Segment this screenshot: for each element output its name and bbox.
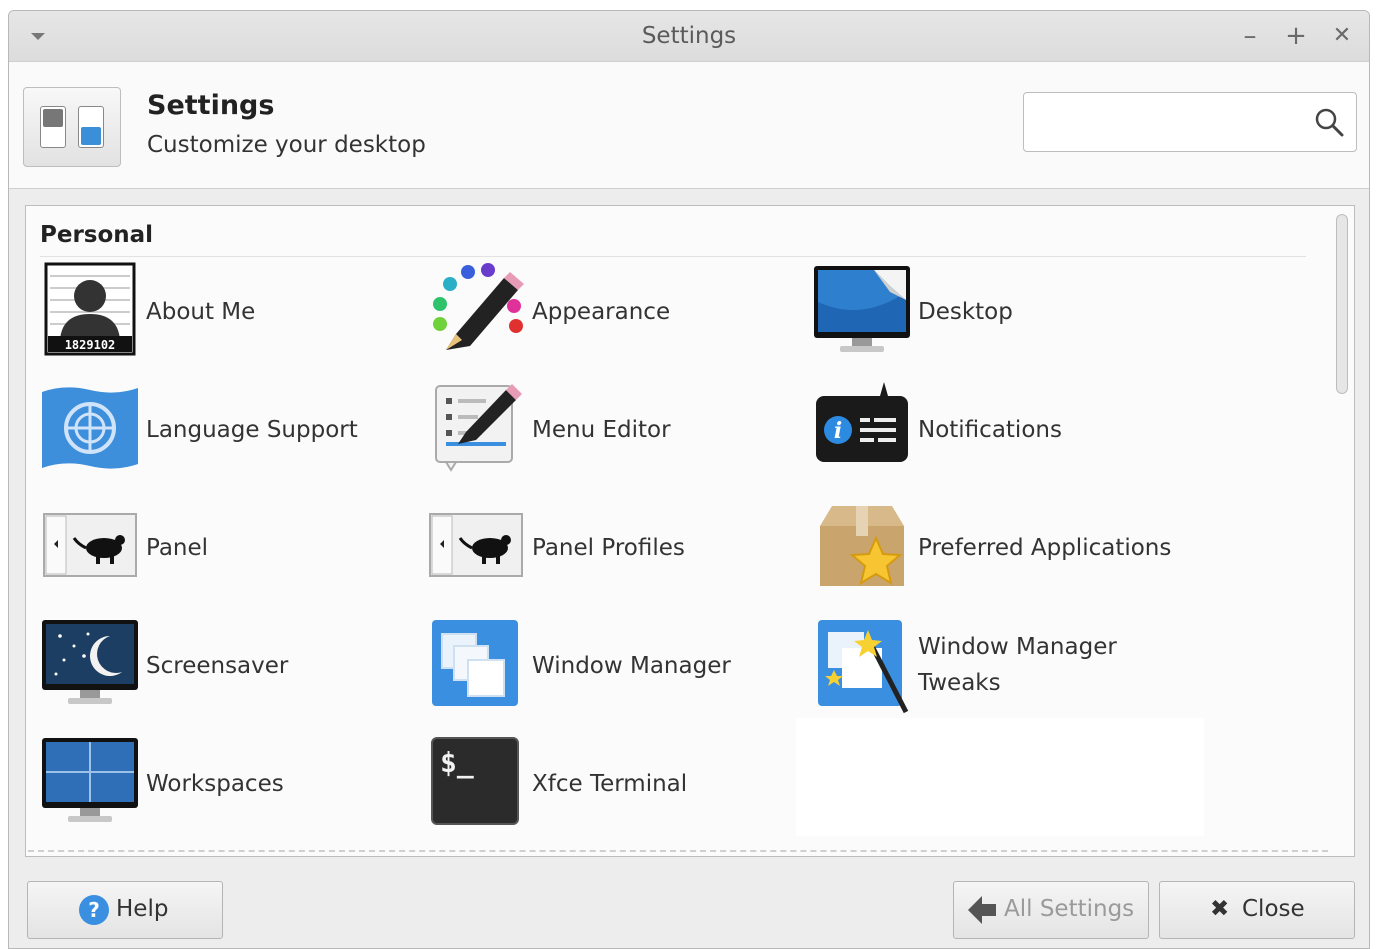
section-divider [40,256,1306,257]
item-xfce-terminal[interactable]: $_ Xfce Terminal [426,734,796,834]
screensaver-moon-icon [42,620,138,704]
workspaces-icon [42,738,138,822]
item-about-me[interactable]: 1829102 About Me [40,262,410,362]
window-manager-icon [432,620,518,706]
terminal-icon: $_ [431,737,519,825]
menu-editor-icon [435,384,522,472]
scrollbar-thumb[interactable] [1336,214,1348,394]
item-label: Window Manager Tweaks [918,634,1117,696]
close-icon: ✖ [1210,896,1230,922]
item-window-manager[interactable]: Window Manager [426,616,796,716]
maximize-button[interactable]: + [1279,19,1313,53]
item-label: Screensaver [146,653,289,679]
item-label: Notifications [918,417,1062,443]
item-label: Panel Profiles [532,535,685,561]
search-input[interactable] [1032,101,1306,145]
settings-switches-icon [23,87,121,167]
item-label: Xfce Terminal [532,771,688,797]
page-title: Settings [147,90,275,121]
svg-text:i: i [834,418,842,444]
item-language-support[interactable]: Language Support [40,380,410,480]
back-arrow-icon [968,896,996,924]
palette-pencil-icon [433,263,524,350]
help-button[interactable]: ? Help [27,881,223,939]
item-screensaver[interactable]: Screensaver [40,616,410,716]
item-window-manager-tweaks[interactable]: Window Manager Tweaks [812,616,1252,716]
all-settings-button[interactable]: All Settings [953,881,1149,939]
panel-profiles-icon [429,513,523,577]
empty-cell [796,718,1204,836]
item-menu-editor[interactable]: Menu Editor [426,380,796,480]
header: Settings Customize your desktop [9,62,1369,189]
close-window-button[interactable]: ✕ [1325,19,1359,53]
close-label: Close [1242,896,1305,922]
svg-text:1829102: 1829102 [65,338,116,352]
svg-text:?: ? [88,898,100,922]
all-settings-label: All Settings [1004,896,1135,922]
titlebar: Settings – + ✕ [9,11,1369,62]
item-label: Preferred Applications [918,535,1172,561]
close-button[interactable]: ✖ Close [1159,881,1355,939]
item-workspaces[interactable]: Workspaces [40,734,410,834]
box-star-icon [820,506,904,586]
list-bottom-edge [28,850,1328,852]
svg-text:$_: $_ [440,746,474,779]
help-icon: ? [79,895,109,925]
item-appearance[interactable]: Appearance [426,262,796,362]
settings-window: Settings – + ✕ Settings Customize your d… [8,10,1370,949]
item-label: Language Support [146,417,358,443]
search-field[interactable] [1023,92,1357,152]
minimize-button[interactable]: – [1233,19,1267,53]
item-preferred-applications[interactable]: Preferred Applications [812,498,1252,598]
search-icon[interactable] [1314,107,1344,137]
panel-mouse-icon [43,513,137,577]
section-title: Personal [40,222,154,248]
item-label: About Me [146,299,256,325]
item-panel-profiles[interactable]: Panel Profiles [426,498,796,598]
help-label: Help [116,896,169,922]
item-label: Window Manager [532,653,731,679]
item-panel[interactable]: Panel [40,498,410,598]
item-label: Desktop [918,299,1013,325]
desktop-monitor-icon [814,266,910,352]
scrollbar[interactable] [1334,214,1350,846]
item-label: Workspaces [146,771,284,797]
globe-flag-icon [42,387,138,469]
item-label: Appearance [532,299,671,325]
window-title: Settings [641,23,737,49]
item-notifications[interactable]: i Notifications [812,380,1252,480]
item-desktop[interactable]: Desktop [812,262,1252,362]
page-subtitle: Customize your desktop [147,132,426,158]
settings-list: Personal 1829102 About Me Appearance Des… [25,205,1355,857]
item-label: Menu Editor [532,417,671,443]
item-label: Panel [146,535,209,561]
wand-icon [818,620,909,714]
id-photo-icon: 1829102 [44,262,136,356]
notification-icon: i [816,382,908,462]
